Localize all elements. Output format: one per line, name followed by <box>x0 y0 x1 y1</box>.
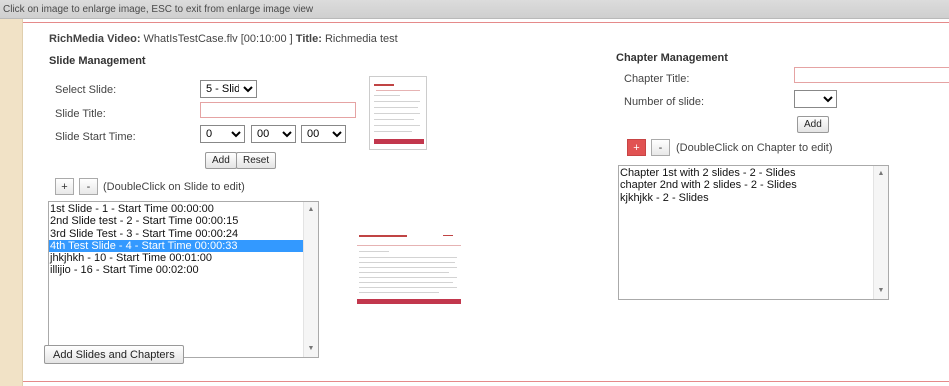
reset-slide-button[interactable]: Reset <box>236 152 277 169</box>
add-slide-plus-button[interactable]: + <box>55 178 74 195</box>
slide-list-item[interactable]: illijio - 16 - Start Time 00:02:00 <box>49 264 318 276</box>
remove-chapter-minus-button[interactable]: - <box>651 139 670 156</box>
slide-edit-hint: (DoubleClick on Slide to edit) <box>103 181 245 193</box>
video-file: WhatIsTestCase.flv [00:10:00 ] <box>143 33 293 45</box>
slide-title-label: Slide Title: <box>55 108 106 120</box>
video-info: RichMedia Video: WhatIsTestCase.flv [00:… <box>49 33 398 45</box>
add-chapter-button[interactable]: Add <box>797 116 829 133</box>
preview-text-line <box>359 282 453 283</box>
start-time-label: Slide Start Time: <box>55 131 136 143</box>
chapter-title-label: Chapter Title: <box>624 73 690 85</box>
slide-list-scrollbar[interactable]: ▲ ▼ <box>303 202 318 357</box>
start-time-minutes[interactable]: 00 <box>251 125 296 143</box>
thumb-title-mark <box>374 84 394 86</box>
chapter-list-item[interactable]: kjkhjkk - 2 - Slides <box>619 192 888 204</box>
start-time-seconds[interactable]: 00 <box>301 125 346 143</box>
top-divider <box>23 22 949 23</box>
slide-list-item[interactable]: 3rd Slide Test - 3 - Start Time 00:00:24 <box>49 228 318 240</box>
thumb-text-line <box>374 131 412 132</box>
video-label: RichMedia Video: <box>49 33 141 45</box>
chapter-management-heading: Chapter Management <box>616 52 728 64</box>
remove-slide-minus-button[interactable]: - <box>79 178 98 195</box>
number-of-slides-dropdown[interactable] <box>794 90 837 108</box>
preview-text-line <box>359 292 439 293</box>
slide-list: 1st Slide - 1 - Start Time 00:00:00 2nd S… <box>49 202 318 277</box>
slide-list-item[interactable]: 1st Slide - 1 - Start Time 00:00:00 <box>49 203 318 215</box>
add-slides-and-chapters-button[interactable]: Add Slides and Chapters <box>44 345 184 364</box>
select-slide-dropdown[interactable]: 5 - Slide <box>200 80 257 98</box>
enlarge-hint-bar: Click on image to enlarge image, ESC to … <box>0 0 949 19</box>
chapter-list-item[interactable]: Chapter 1st with 2 slides - 2 - Slides <box>619 167 888 179</box>
scroll-down-icon[interactable]: ▼ <box>874 285 888 297</box>
slide-management-heading: Slide Management <box>49 55 146 67</box>
scroll-up-icon[interactable]: ▲ <box>304 204 318 216</box>
preview-logo-mark <box>443 235 453 236</box>
chapter-listbox[interactable]: Chapter 1st with 2 slides - 2 - Slides ch… <box>618 165 889 300</box>
video-title: Richmedia test <box>324 33 398 45</box>
thumb-text-line <box>374 125 420 126</box>
thumb-text-line <box>374 113 420 114</box>
chapter-edit-hint: (DoubleClick on Chapter to edit) <box>676 142 833 154</box>
chapter-list-scrollbar[interactable]: ▲ ▼ <box>873 166 888 299</box>
number-of-slides-label: Number of slide: <box>624 96 705 108</box>
thumb-header-rule <box>376 90 420 91</box>
bottom-divider <box>23 381 949 382</box>
preview-title-mark <box>359 235 407 237</box>
slide-listbox[interactable]: 1st Slide - 1 - Start Time 00:00:00 2nd S… <box>48 201 319 358</box>
preview-text-line <box>359 287 457 288</box>
slide-list-item[interactable]: 2nd Slide test - 2 - Start Time 00:00:15 <box>49 215 318 227</box>
add-chapter-plus-button[interactable]: + <box>627 139 646 156</box>
select-slide-label: Select Slide: <box>55 84 117 96</box>
start-time-hours[interactable]: 0 <box>200 125 245 143</box>
thumb-text-line <box>374 95 400 96</box>
slide-title-input[interactable] <box>200 102 356 118</box>
selected-slide-preview[interactable] <box>323 201 495 335</box>
chapter-list-item[interactable]: chapter 2nd with 2 slides - 2 - Slides <box>619 179 888 191</box>
add-slide-button[interactable]: Add <box>205 152 237 169</box>
scroll-up-icon[interactable]: ▲ <box>874 168 888 180</box>
preview-text-line <box>359 257 457 258</box>
preview-text-line <box>359 262 455 263</box>
preview-text-line <box>359 277 457 278</box>
enlarge-hint-text: Click on image to enlarge image, ESC to … <box>3 4 314 15</box>
preview-text-line <box>359 272 449 273</box>
preview-text-line <box>359 267 457 268</box>
slide-list-item[interactable]: jhkjhkh - 10 - Start Time 00:01:00 <box>49 252 318 264</box>
thumb-text-line <box>374 107 418 108</box>
preview-footer-bar <box>357 299 461 304</box>
chapter-title-input[interactable] <box>794 67 949 83</box>
thumb-footer-bar <box>374 139 424 144</box>
slide-list-item[interactable]: 4th Test Slide - 4 - Start Time 00:00:33 <box>49 239 318 253</box>
video-title-label: Title: <box>295 33 322 45</box>
slide-thumbnail-preview[interactable] <box>369 76 427 150</box>
thumb-text-line <box>374 101 420 102</box>
scroll-down-icon[interactable]: ▼ <box>304 343 318 355</box>
chapter-list: Chapter 1st with 2 slides - 2 - Slides ch… <box>619 166 888 204</box>
preview-header-rule <box>357 245 461 246</box>
thumb-text-line <box>374 119 414 120</box>
editor-panel: RichMedia Video: WhatIsTestCase.flv [00:… <box>22 19 949 386</box>
preview-text-line <box>359 251 389 252</box>
left-margin-strip <box>0 0 22 386</box>
